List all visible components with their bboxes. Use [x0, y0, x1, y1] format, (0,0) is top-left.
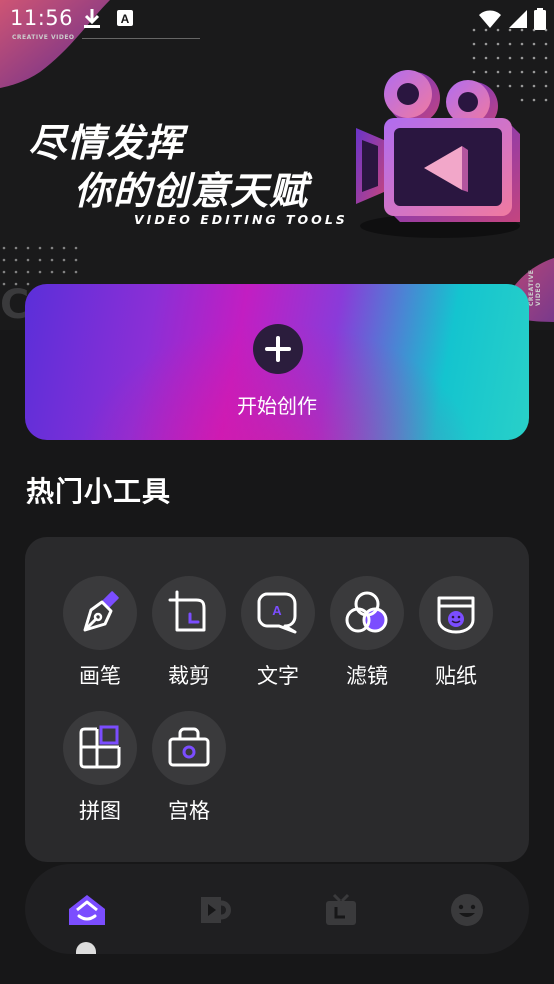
status-time: 11:56 [10, 6, 74, 30]
home-icon [69, 895, 105, 925]
start-create-label: 开始创作 [237, 394, 317, 418]
tools-section-title: 热门小工具 [26, 475, 172, 508]
signal-icon [509, 10, 527, 28]
download-icon [84, 9, 100, 28]
bottom-nav [25, 864, 529, 954]
tool-label: 宫格 [168, 799, 210, 823]
tool-grid[interactable]: 宫格 [149, 711, 229, 831]
tool-collage[interactable]: 拼图 [60, 711, 140, 831]
filter-icon [345, 591, 388, 633]
grid-camera-icon [168, 727, 210, 767]
text-bubble-icon: A [257, 592, 297, 634]
pen-icon [83, 591, 119, 632]
hero-slogan-line1: 尽情发挥 [28, 121, 185, 165]
tool-label: 滤镜 [346, 664, 388, 688]
hero-tag-side: CREATIVE VIDEO [528, 269, 542, 306]
tool-filter[interactable]: 滤镜 [327, 576, 407, 696]
hero-subtitle: VIDEO EDITING TOOLS [134, 212, 348, 227]
smiley-icon [451, 894, 483, 926]
battery-icon [534, 8, 546, 30]
tools-panel: 画笔 裁剪 A 文字 滤镜 贴纸 拼图 宫格 [25, 537, 529, 862]
nav-active-indicator [76, 942, 96, 954]
nav-profile[interactable] [447, 890, 487, 930]
tool-label: 贴纸 [435, 664, 477, 688]
tool-sticker[interactable]: 贴纸 [416, 576, 496, 696]
video-cup-icon [201, 897, 231, 923]
tool-label: 裁剪 [168, 664, 210, 688]
nav-tv[interactable] [321, 890, 361, 930]
tool-text[interactable]: A 文字 [238, 576, 318, 696]
tool-pen[interactable]: 画笔 [60, 576, 140, 696]
tv-icon [326, 893, 356, 925]
a-notification-icon: A [117, 10, 133, 26]
start-create-card[interactable]: 开始创作 [25, 284, 529, 440]
wifi-icon [479, 10, 501, 28]
nav-home[interactable] [67, 890, 107, 930]
sticker-icon [437, 596, 475, 634]
tool-label: 拼图 [79, 799, 121, 823]
tool-label: 画笔 [79, 664, 121, 688]
plus-icon [253, 324, 303, 374]
svg-text:A: A [121, 12, 130, 26]
status-bar: 11:56 A [0, 0, 554, 40]
tool-crop[interactable]: 裁剪 [149, 576, 229, 696]
svg-text:A: A [272, 603, 282, 618]
collage-icon [79, 725, 121, 769]
tool-label: 文字 [257, 664, 299, 688]
hero-banner: CREATIVE VIDEO 尽情发挥 你的创意天赋 VIDEO EDITING… [0, 0, 554, 330]
nav-video[interactable] [195, 890, 235, 930]
crop-icon [168, 590, 206, 632]
hero-slogan-line2: 你的创意天赋 [74, 169, 309, 213]
